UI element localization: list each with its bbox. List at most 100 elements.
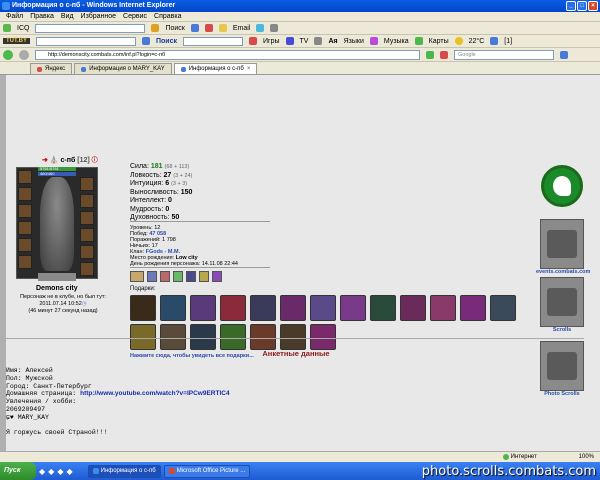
task-ie[interactable]: Информация о с-пб bbox=[87, 464, 161, 478]
scrolls-link[interactable]: Scrolls bbox=[536, 327, 588, 333]
item-slot[interactable] bbox=[80, 245, 94, 259]
effect-icon[interactable] bbox=[186, 271, 196, 282]
gift-icon[interactable] bbox=[310, 324, 336, 350]
effect-icon[interactable] bbox=[147, 271, 157, 282]
events-banner[interactable]: events.combats.com bbox=[536, 165, 590, 275]
back-icon[interactable] bbox=[3, 49, 13, 60]
settings-icon[interactable] bbox=[270, 24, 279, 32]
homepage-link[interactable]: http://www.youtube.com/watch?v=IPCw9ERTI… bbox=[80, 390, 229, 397]
effect-icon[interactable] bbox=[160, 271, 170, 282]
tv-button[interactable]: TV bbox=[300, 38, 309, 45]
minimize-button[interactable]: _ bbox=[566, 1, 576, 11]
menu-view[interactable]: Вид bbox=[61, 12, 74, 21]
stat-agility: Ловкость: 27 (3 + 24) bbox=[130, 172, 192, 181]
stat-value: 0 bbox=[168, 197, 172, 204]
games-button[interactable]: Игры bbox=[263, 38, 280, 45]
forward-icon[interactable] bbox=[19, 49, 29, 60]
window-title-bar: Информация о с-пб - Windows Internet Exp… bbox=[0, 0, 600, 12]
menu-file[interactable]: Файл bbox=[6, 12, 23, 21]
menu-favorites[interactable]: Избранное bbox=[81, 12, 116, 21]
icq-search-field[interactable] bbox=[35, 23, 146, 33]
item-slot[interactable] bbox=[80, 211, 94, 225]
gift-icon[interactable] bbox=[280, 295, 306, 321]
category-select[interactable] bbox=[183, 36, 244, 46]
address-field[interactable]: http://demonscity.combats.com/inf.pl?log… bbox=[35, 49, 420, 60]
item-slot[interactable] bbox=[18, 221, 32, 235]
effect-icon[interactable] bbox=[199, 271, 209, 282]
gift-icon[interactable] bbox=[280, 324, 306, 350]
tab-spb[interactable]: Информация о с-пб × bbox=[173, 63, 258, 74]
search-icon bbox=[142, 37, 150, 45]
gift-icon[interactable] bbox=[310, 295, 336, 321]
gift-icon[interactable] bbox=[370, 295, 396, 321]
tv-icon bbox=[285, 37, 294, 45]
gift-icon[interactable] bbox=[160, 324, 186, 350]
gift-icon[interactable] bbox=[130, 324, 156, 350]
icq-button[interactable]: ICQ bbox=[17, 25, 29, 32]
gift-icon[interactable] bbox=[250, 295, 276, 321]
gift-icon[interactable] bbox=[130, 295, 156, 321]
photo-scrolls-link[interactable]: Photo Scrolls bbox=[536, 391, 588, 397]
menu-tools[interactable]: Сервис bbox=[123, 12, 147, 21]
gift-icon[interactable] bbox=[220, 324, 246, 350]
quicklaunch-icon[interactable]: ◆ bbox=[48, 467, 54, 476]
menu-help[interactable]: Справка bbox=[154, 12, 181, 21]
icq-search-button[interactable]: Поиск bbox=[165, 25, 184, 32]
item-slot[interactable] bbox=[80, 177, 94, 191]
maps-button[interactable]: Карты bbox=[429, 38, 449, 45]
tab-mary-kay[interactable]: Информация о MARY_KAY bbox=[74, 63, 172, 74]
tab-yandex[interactable]: Яндекс bbox=[30, 63, 73, 74]
effect-icon[interactable] bbox=[130, 271, 144, 282]
events-link[interactable]: events.combats.com bbox=[536, 269, 590, 275]
item-slot[interactable] bbox=[80, 228, 94, 242]
chat-icon[interactable] bbox=[204, 24, 213, 32]
start-button[interactable]: Пуск bbox=[0, 462, 36, 480]
task-picture-manager[interactable]: Microsoft Office Picture ... bbox=[163, 464, 251, 478]
quicklaunch-icon[interactable]: ◆ bbox=[39, 467, 45, 476]
gift-icon[interactable] bbox=[190, 295, 216, 321]
gift-icon[interactable] bbox=[430, 295, 456, 321]
stat-wisdom: Мудрость: 0 bbox=[130, 206, 192, 215]
item-slot[interactable] bbox=[18, 238, 32, 252]
item-slot[interactable] bbox=[18, 170, 32, 184]
menu-edit[interactable]: Правка bbox=[30, 12, 54, 21]
google-search-input[interactable]: Google bbox=[454, 49, 554, 60]
item-slot[interactable] bbox=[80, 262, 94, 276]
gift-icon[interactable] bbox=[250, 324, 276, 350]
gift-icon[interactable] bbox=[220, 295, 246, 321]
item-slot[interactable] bbox=[18, 204, 32, 218]
languages-button[interactable]: Языки bbox=[344, 38, 364, 45]
item-slot[interactable] bbox=[18, 255, 32, 269]
gift-icon[interactable] bbox=[490, 295, 516, 321]
gift-icon[interactable] bbox=[190, 324, 216, 350]
tut-search-field[interactable] bbox=[36, 36, 136, 46]
effect-icon[interactable] bbox=[173, 271, 183, 282]
gift-icon[interactable] bbox=[340, 295, 366, 321]
gift-icon[interactable] bbox=[460, 295, 486, 321]
section-divider bbox=[4, 338, 584, 339]
item-slot[interactable] bbox=[18, 187, 32, 201]
item-slot[interactable] bbox=[80, 194, 94, 208]
gift-icon[interactable] bbox=[160, 295, 186, 321]
zoom-level[interactable]: 100% bbox=[579, 454, 600, 460]
gift-icon[interactable] bbox=[400, 295, 426, 321]
quicklaunch-icon[interactable]: ◆ bbox=[66, 467, 72, 476]
close-tab-icon[interactable]: × bbox=[247, 64, 251, 74]
close-button[interactable]: × bbox=[588, 1, 598, 11]
contacts-icon[interactable] bbox=[256, 24, 265, 32]
search-icon[interactable] bbox=[560, 50, 568, 59]
info-icon[interactable]: ⓘ bbox=[92, 158, 98, 164]
effect-icon[interactable] bbox=[212, 271, 222, 282]
maximize-button[interactable]: □ bbox=[577, 1, 587, 11]
music-button[interactable]: Музыка bbox=[384, 38, 409, 45]
news-icon[interactable] bbox=[314, 37, 323, 45]
quicklaunch-icon[interactable]: ◆ bbox=[57, 467, 63, 476]
stop-icon[interactable] bbox=[440, 50, 448, 59]
counter-value[interactable]: [1] bbox=[504, 38, 512, 45]
search-button[interactable]: Поиск bbox=[156, 38, 177, 45]
email-button[interactable]: Email bbox=[233, 25, 251, 32]
scrolls-banner[interactable]: Scrolls bbox=[536, 277, 588, 333]
go-icon[interactable] bbox=[426, 50, 434, 59]
weather-value[interactable]: 22°C bbox=[469, 38, 485, 45]
globe-icon[interactable] bbox=[190, 24, 199, 32]
